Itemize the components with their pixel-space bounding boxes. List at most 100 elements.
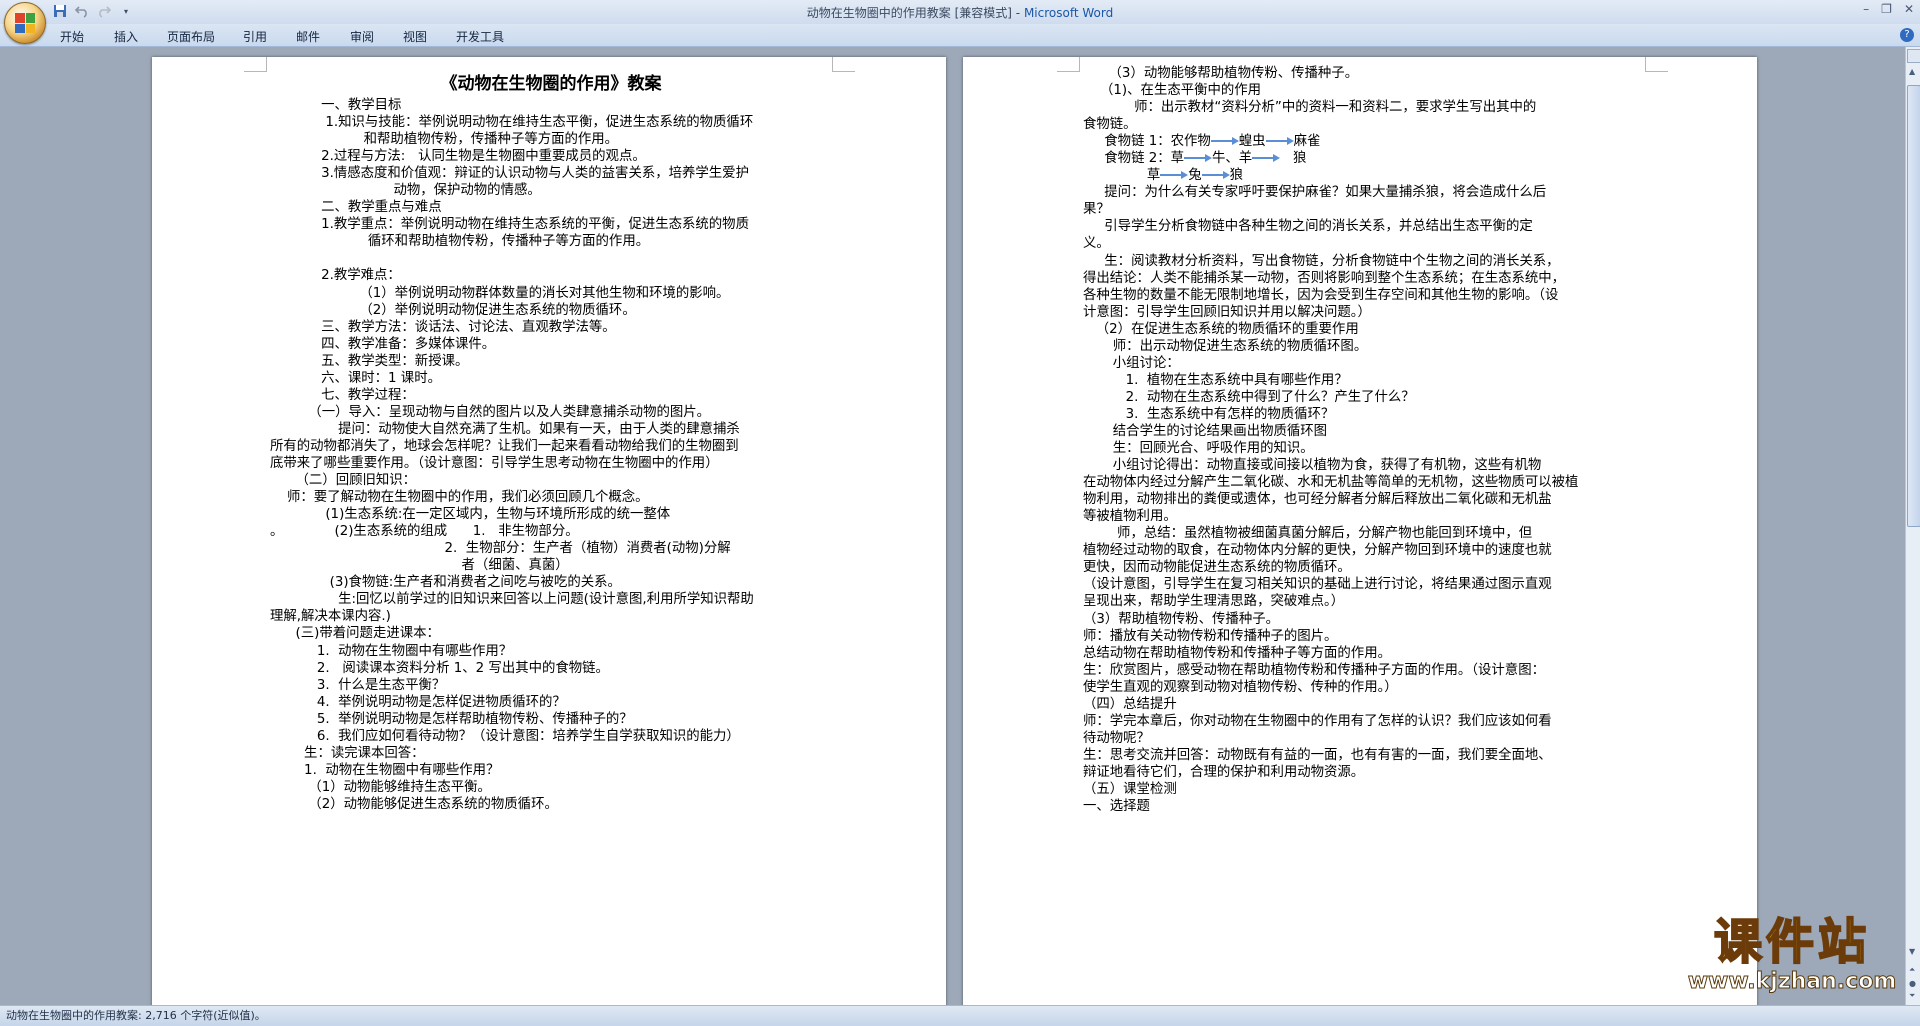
doc-line: （四）总结提升 [1083,696,1177,712]
doc-line: 理解,解决本课内容.) [270,609,391,625]
close-button[interactable]: ✕ [1904,2,1914,16]
document-name: 动物在生物圈中的作用教案 [兼容模式] [806,6,1012,20]
doc-line: 5. 举例说明动物是怎样帮助植物传粉、传播种子的？ [270,711,633,727]
window-controls: – ❐ ✕ [1863,2,1914,16]
food-chain-1: 食物链 1：农作物 蝗虫 麻雀 [1083,134,1321,150]
doc-line: 小组讨论得出：动物直接或间接以植物为食，获得了有机物，这些有机物 [1083,458,1542,474]
page-2-text: （3）动物能够帮助植物传粉、传播种子。 （1)、在生态平衡中的作用 师：出示教材… [1083,65,1645,815]
word-count-status[interactable]: 动物在生物圈中的作用教案: 2,716 个字符(近似值)。 [6,1009,266,1022]
doc-line: 生：阅读教材分析资料，写出食物链，分析食物链中个生物之间的消长关系， [1083,253,1560,269]
document-area[interactable]: 《动物在生物圈的作用》教案 一、教学目标 1.知识与技能：举例说明动物在维持生态… [0,47,1906,1005]
doc-line: 更快，因而动物能促进生态系统的物质循环。 [1083,560,1351,576]
vertical-scrollbar[interactable]: ▲ ▼ ⏶ ● ⏷ [1905,47,1920,1005]
doc-line: 等被植物利用。 [1083,509,1177,525]
doc-line: 二、教学重点与难点 [270,200,442,216]
office-logo-icon [15,13,35,33]
doc-line: 循环和帮助植物传粉，传播种子等方面的作用。 [270,234,650,250]
tab-developer[interactable]: 开发工具 [456,28,504,45]
doc-line: 6. 我们应如何看待动物？（设计意图：培养学生自学获取知识的能力） [270,728,740,744]
doc-line: （二）回顾旧知识： [270,473,417,489]
doc-line: 1.知识与技能：举例说明动物在维持生态平衡，促进生态系统的物质循环 [270,115,754,131]
doc-line: 待动物呢？ [1083,730,1150,746]
ribbon-tabs: 开始 插入 页面布局 引用 邮件 审阅 视图 开发工具 ? [0,24,1920,47]
doc-line: 计意图：引导学生回顾旧知识并用以解决问题。） [1083,304,1371,320]
doc-line: 1. 动物在生物圈中有哪些作用？ [270,643,513,659]
window-title: 动物在生物圈中的作用教案 [兼容模式] - Microsoft Word [806,6,1114,20]
doc-line: 果？ [1083,202,1110,218]
doc-line: 食物链。 [1083,117,1137,133]
doc-line: 师：学完本章后，你对动物在生物圈中的作用有了怎样的认识？我们应该如何看 [1083,713,1552,729]
doc-line: 1. 动物在生物圈中有哪些作用？ [270,762,500,778]
doc-line: 师：要了解动物在生物圈中的作用，我们必须回顾几个概念。 [270,490,649,506]
help-icon[interactable]: ? [1900,28,1914,42]
arrow-icon [1252,153,1281,163]
tab-references[interactable]: 引用 [243,28,267,45]
doc-line: 底带来了哪些重要作用。（设计意图：引导学生思考动物在生物圈中的作用） [270,455,719,471]
food-chain-2: 食物链 2：草 牛、羊 狼 [1083,151,1307,167]
document-title: 《动物在生物圈的作用》教案 [440,74,662,94]
document-page-2[interactable]: （3）动物能够帮助植物传粉、传播种子。 （1)、在生态平衡中的作用 师：出示教材… [963,57,1757,1005]
doc-line: 一、选择题 [1083,799,1150,815]
maximize-button[interactable]: ❐ [1881,2,1892,16]
app-name: Microsoft Word [1023,6,1114,20]
doc-line: 者（细菌、真菌） [270,558,569,574]
arrow-icon [1265,136,1294,146]
doc-line: 五、教学类型：新授课。 [270,353,469,369]
ruler-toggle-button[interactable] [1907,49,1920,63]
office-button[interactable] [4,2,46,44]
tab-insert[interactable]: 插入 [114,28,138,45]
page-2-lines-bottom: 提问：为什么有关专家呼吁要保护麻雀？如果大量捕杀狼，将会造成什么后 果？ 引导学生… [1083,184,1645,815]
doc-line: 2.过程与方法: 认同生物是生物圈中重要成员的观点。 [270,149,646,165]
tab-home[interactable]: 开始 [60,28,84,45]
doc-line: 三、教学方法：谈话法、讨论法、直观教学法等。 [270,319,616,335]
tab-mailings[interactable]: 邮件 [296,28,320,45]
food-chain-3: 草兔狼 [1083,168,1244,184]
watermark-name: 课件站 [1713,914,1870,970]
doc-line: （2）动物能够促进生态系统的物质循环。 [270,796,558,812]
doc-line: 提问：为什么有关专家呼吁要保护麻雀？如果大量捕杀狼，将会造成什么后 [1083,185,1547,201]
doc-line: 1.教学重点：举例说明动物在维持生态系统的平衡，促进生态系统的物质 [270,217,749,233]
scroll-up-icon[interactable]: ▲ [1909,67,1915,76]
doc-line: 师：出示动物促进生态系统的物质循环图。 [1083,338,1368,354]
status-bar: 动物在生物圈中的作用教案: 2,716 个字符(近似值)。 [0,1005,1920,1026]
doc-line: （2）举例说明动物促进生态系统的物质循环。 [270,302,636,318]
doc-line: 七、教学过程： [270,387,415,403]
doc-line: 生：回顾光合、呼吸作用的知识。 [1083,441,1314,457]
doc-line: 使学生直观的观察到动物对植物传粉、传种的作用。） [1083,679,1398,695]
doc-line: 引导学生分析食物链中各种生物之间的消长关系，并总结出生态平衡的定 [1083,219,1533,235]
doc-line: 生:回忆以前学过的旧知识来回答以上问题(设计意图,利用所学知识帮助 [270,592,754,608]
doc-line: 提问：动物使大自然充满了生机。如果有一天，由于人类的肆意捕杀 [270,421,740,437]
doc-line: （设计意图，引导学生在复习相关知识的基础上进行讨论，将结果通过图示直观 [1083,577,1552,593]
doc-line: 得出结论：人类不能捕杀某一动物，否则将影响到整个生态系统；在生态系统中， [1083,270,1566,286]
doc-line: 4. 举例说明动物是怎样促进物质循环的？ [270,694,566,710]
scrollbar-thumb[interactable] [1907,85,1920,527]
doc-line: 2. 动物在生态系统中得到了什么？产生了什么？ [1083,389,1415,405]
doc-line: 义。 [1083,236,1110,252]
doc-line: 。 (2)生态系统的组成 1. 非生物部分。 [270,524,579,540]
tab-page-layout[interactable]: 页面布局 [167,28,215,45]
doc-line: 生：读完课本回答： [270,745,425,761]
tab-review[interactable]: 审阅 [350,28,374,45]
doc-line [270,250,832,267]
doc-line: （五）课堂检测 [1083,781,1177,797]
doc-line: 总结动物在帮助植物传粉和传播种子等方面的作用。 [1083,645,1391,661]
doc-line: 2.教学难点： [270,268,401,284]
doc-line: 小组讨论： [1083,355,1180,371]
page-1-lines: 一、教学目标 1.知识与技能：举例说明动物在维持生态平衡，促进生态系统的物质循环… [270,97,832,813]
doc-line: （3）帮助植物传粉、传播种子。 [1083,611,1279,627]
tab-view[interactable]: 视图 [403,28,427,45]
doc-line: 3. 什么是生态平衡？ [270,677,446,693]
doc-line: (1)生态系统:在一定区域内，生物与环境所形成的统一整体 [270,507,671,523]
doc-line: 2. 阅读课本资料分析 1、2 写出其中的食物链。 [270,660,609,676]
minimize-button[interactable]: – [1863,2,1869,16]
doc-line: 各种生物的数量不能无限制地增长，因为会受到生存空间和其他生物的影响。（设 [1083,287,1559,303]
doc-line: 师，总结：虽然植物被细菌真菌分解后，分解产物也能回到环境中，但 [1083,526,1533,542]
doc-line: 生：思考交流并回答：动物既有有益的一面，也有有害的一面，我们要全面地、 [1083,747,1552,763]
doc-line: （2）在促进生态系统的物质循环的重要作用 [1083,321,1359,337]
document-page-1[interactable]: 《动物在生物圈的作用》教案 一、教学目标 1.知识与技能：举例说明动物在维持生态… [152,57,946,1005]
page-2-lines-top: （3）动物能够帮助植物传粉、传播种子。 （1)、在生态平衡中的作用 师：出示教材… [1083,65,1645,133]
doc-line: （1）举例说明动物群体数量的消长对其他生物和环境的影响。 [270,285,730,301]
doc-line: 物利用，动物排出的粪便或遗体，也可经分解者分解后释放出二氧化碳和无机盐 [1083,492,1552,508]
doc-line: 生：欣赏图片，感受动物在帮助植物传粉和传播种子方面的作用。（设计意图： [1083,662,1545,678]
doc-line: 所有的动物都消失了，地球会怎样呢？让我们一起来看看动物给我们的生物圈到 [270,438,739,454]
